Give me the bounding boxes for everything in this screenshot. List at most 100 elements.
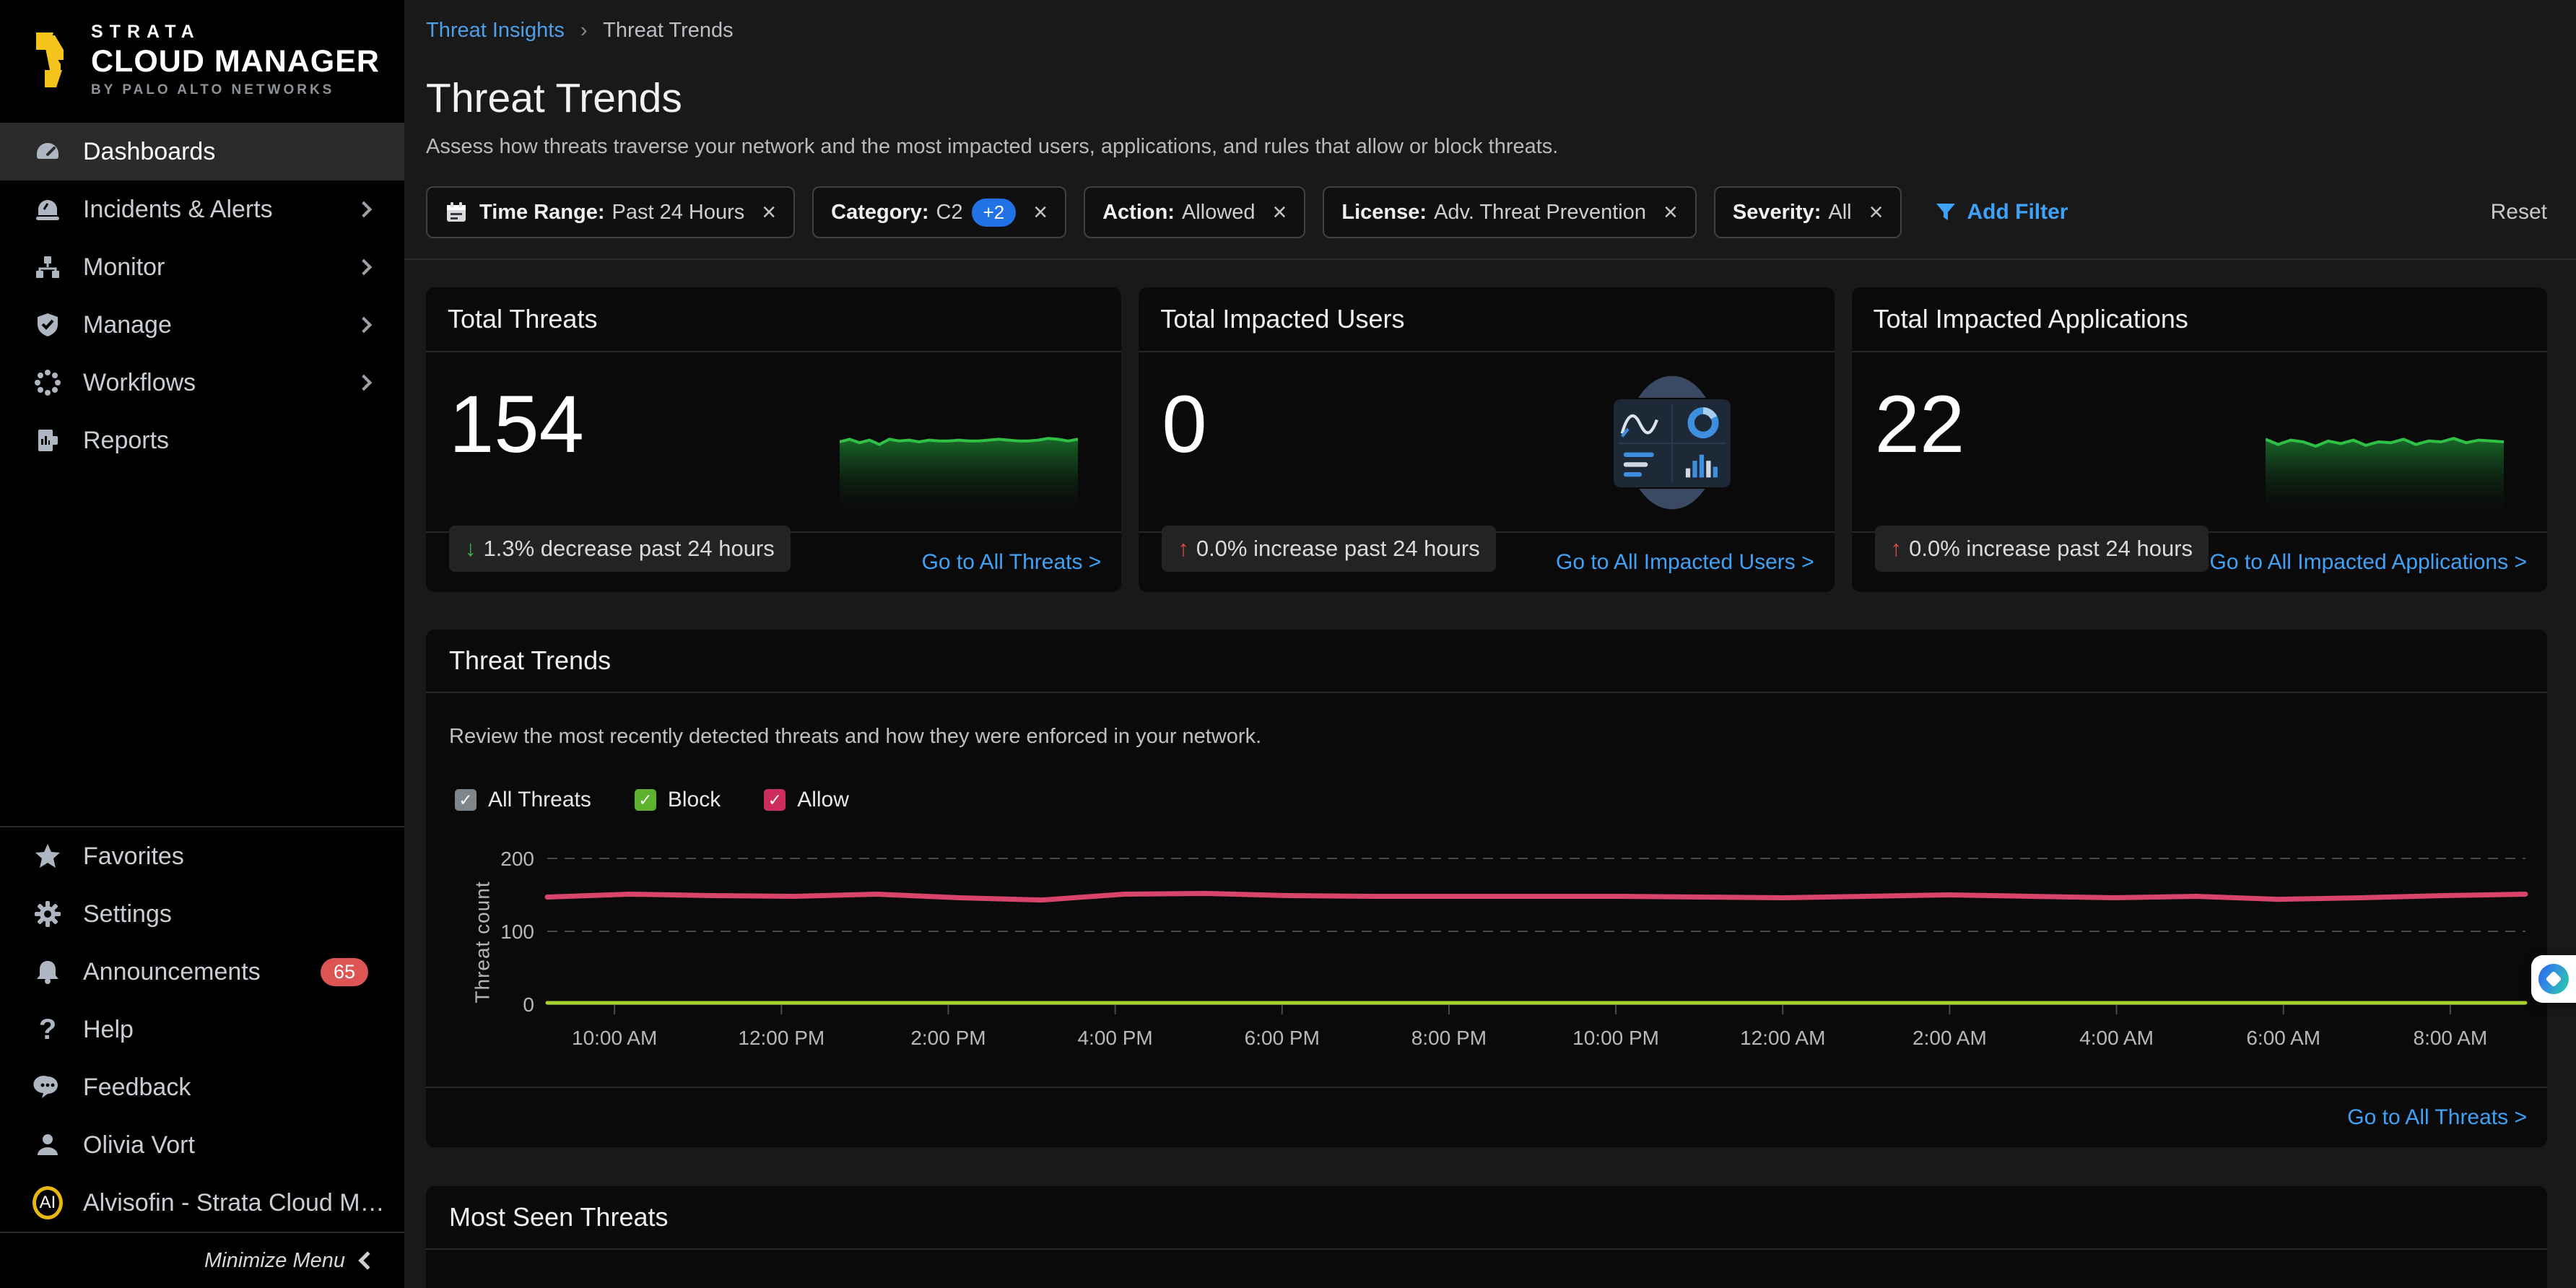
- sidebar-item-label: Settings: [83, 900, 172, 928]
- sidebar-item-label: Help: [83, 1016, 134, 1044]
- filter-chip-action[interactable]: Action: Allowed ×: [1084, 186, 1305, 238]
- main-content: Threat Insights › Threat Trends Threat T…: [404, 0, 2576, 1288]
- total-impacted-applications-value: 22: [1875, 384, 1965, 465]
- chevron-right-icon: [356, 317, 373, 334]
- add-filter-button[interactable]: Add Filter: [1935, 200, 2068, 225]
- sidebar-item-help[interactable]: ? Help: [0, 1001, 404, 1058]
- sidebar-item-label: Olivia Vort: [83, 1131, 195, 1159]
- svg-text:200: 200: [500, 848, 534, 870]
- reset-filters-button[interactable]: Reset: [2491, 200, 2547, 225]
- logo-line1: STRATA: [91, 22, 380, 43]
- svg-text:12:00 AM: 12:00 AM: [1740, 1027, 1825, 1049]
- sidebar-item-label: Monitor: [83, 253, 165, 282]
- sidebar-item-label: Reports: [83, 427, 169, 455]
- alarm-icon: [32, 194, 63, 225]
- palo-alto-logo-icon: [26, 31, 72, 89]
- go-to-all-impacted-users-link[interactable]: Go to All Impacted Users >: [1556, 550, 1814, 575]
- svg-text:0: 0: [523, 993, 534, 1016]
- total-impacted-applications-card: Total Impacted Applications 22 ↑ 0.0% in…: [1852, 287, 2547, 592]
- threat-trends-card-title: Threat Trends: [426, 630, 2547, 693]
- applications-sparkline: [2266, 409, 2504, 524]
- bell-icon: [32, 957, 63, 987]
- legend-all-threats[interactable]: ✓ All Threats: [455, 788, 591, 812]
- person-icon: [32, 1130, 63, 1160]
- filter-bar: Time Range: Past 24 Hours × Category: C2…: [426, 186, 2547, 238]
- breadcrumb-threat-insights[interactable]: Threat Insights: [426, 19, 565, 42]
- assistant-launcher-button[interactable]: [2531, 955, 2576, 1003]
- remove-filter-icon[interactable]: ×: [1273, 199, 1287, 227]
- sidebar-item-feedback[interactable]: Feedback: [0, 1058, 404, 1116]
- sidebar-item-user-profile[interactable]: Olivia Vort: [0, 1116, 404, 1174]
- go-to-all-impacted-applications-link[interactable]: Go to All Impacted Applications >: [2210, 550, 2527, 575]
- sidebar-item-workflows[interactable]: Workflows: [0, 354, 404, 412]
- sidebar-item-label: Dashboards: [83, 138, 215, 166]
- remove-filter-icon[interactable]: ×: [1663, 199, 1678, 227]
- copilot-icon: [2538, 964, 2569, 994]
- chevron-left-icon: [358, 1251, 376, 1269]
- filter-chip-severity[interactable]: Severity: All ×: [1714, 186, 1902, 238]
- delta-badge: ↑ 0.0% increase past 24 hours: [1162, 526, 1495, 572]
- filter-chip-time-range[interactable]: Time Range: Past 24 Hours ×: [426, 186, 795, 238]
- sidebar-item-label: Manage: [83, 311, 172, 339]
- checkbox-block[interactable]: ✓: [635, 789, 656, 811]
- app-logo[interactable]: STRATA CLOUD MANAGER BY PALO ALTO NETWOR…: [0, 0, 404, 117]
- sidebar: STRATA CLOUD MANAGER BY PALO ALTO NETWOR…: [0, 0, 404, 1288]
- empty-state-illustration: [1596, 367, 1748, 518]
- svg-text:8:00 PM: 8:00 PM: [1411, 1027, 1487, 1049]
- card-title: Total Impacted Applications: [1852, 287, 2547, 352]
- threats-sparkline: [840, 409, 1078, 524]
- page-description: Assess how threats traverse your network…: [426, 135, 2547, 159]
- category-more-count-pill: +2: [972, 199, 1017, 227]
- total-threats-value: 154: [449, 384, 584, 465]
- page-title: Threat Trends: [426, 74, 2547, 122]
- chart-legend: ✓ All Threats ✓ Block ✓ Allow: [426, 749, 2547, 812]
- go-to-all-threats-link[interactable]: Go to All Threats >: [922, 550, 1102, 575]
- sidebar-item-reports[interactable]: Reports: [0, 412, 404, 469]
- checkbox-allow[interactable]: ✓: [764, 789, 786, 811]
- sidebar-item-settings[interactable]: Settings: [0, 885, 404, 943]
- sidebar-item-label: Announcements: [83, 958, 261, 986]
- trend-arrow-icon: ↓: [465, 536, 477, 562]
- legend-block[interactable]: ✓ Block: [635, 788, 721, 812]
- svg-text:4:00 AM: 4:00 AM: [2079, 1027, 2154, 1049]
- chevron-right-icon: [356, 375, 373, 391]
- go-to-all-threats-link-bottom[interactable]: Go to All Threats >: [2347, 1105, 2527, 1130]
- checkbox-all-threats[interactable]: ✓: [455, 789, 477, 811]
- calendar-icon: [445, 201, 468, 224]
- trend-arrow-icon: ↑: [1891, 536, 1902, 562]
- legend-allow[interactable]: ✓ Allow: [764, 788, 849, 812]
- remove-filter-icon[interactable]: ×: [1033, 199, 1048, 227]
- hierarchy-icon: [32, 252, 63, 282]
- sidebar-item-manage[interactable]: Manage: [0, 296, 404, 354]
- chevron-right-icon: [356, 201, 373, 218]
- sidebar-item-monitor[interactable]: Monitor: [0, 238, 404, 296]
- threat-trends-card: Threat Trends Review the most recently d…: [426, 630, 2547, 1147]
- filter-divider: [404, 258, 2576, 260]
- minimize-menu-button[interactable]: Minimize Menu: [0, 1232, 404, 1288]
- svg-text:6:00 AM: 6:00 AM: [2246, 1027, 2320, 1049]
- sidebar-item-tenant[interactable]: AI Alvisofin - Strata Cloud M…: [0, 1174, 404, 1232]
- sidebar-item-favorites[interactable]: Favorites: [0, 827, 404, 885]
- filter-chip-license[interactable]: License: Adv. Threat Prevention ×: [1323, 186, 1696, 238]
- sidebar-item-incidents-alerts[interactable]: Incidents & Alerts: [0, 180, 404, 238]
- star-icon: [32, 841, 63, 871]
- gear-icon: [32, 899, 63, 929]
- gauge-icon: [32, 136, 63, 167]
- sidebar-item-announcements[interactable]: Announcements 65: [0, 943, 404, 1001]
- remove-filter-icon[interactable]: ×: [762, 199, 776, 227]
- report-icon: [32, 425, 63, 456]
- total-impacted-users-value: 0: [1162, 384, 1206, 465]
- kpi-cards-row: Total Threats 154 ↓ 1.3% decrease past 2…: [426, 287, 2547, 592]
- svg-text:2:00 PM: 2:00 PM: [910, 1027, 985, 1049]
- sidebar-item-label: Favorites: [83, 843, 184, 871]
- delta-badge: ↓ 1.3% decrease past 24 hours: [449, 526, 791, 572]
- breadcrumb-current: Threat Trends: [603, 19, 734, 42]
- y-axis-label: Threat count: [471, 881, 495, 1003]
- svg-text:10:00 PM: 10:00 PM: [1572, 1027, 1659, 1049]
- sidebar-item-dashboards[interactable]: Dashboards: [0, 123, 404, 180]
- remove-filter-icon[interactable]: ×: [1869, 199, 1884, 227]
- filter-chip-category[interactable]: Category: C2 +2 ×: [812, 186, 1066, 238]
- breadcrumb-separator: ›: [580, 19, 588, 42]
- card-title: Total Impacted Users: [1139, 287, 1834, 352]
- trend-arrow-icon: ↑: [1178, 536, 1189, 562]
